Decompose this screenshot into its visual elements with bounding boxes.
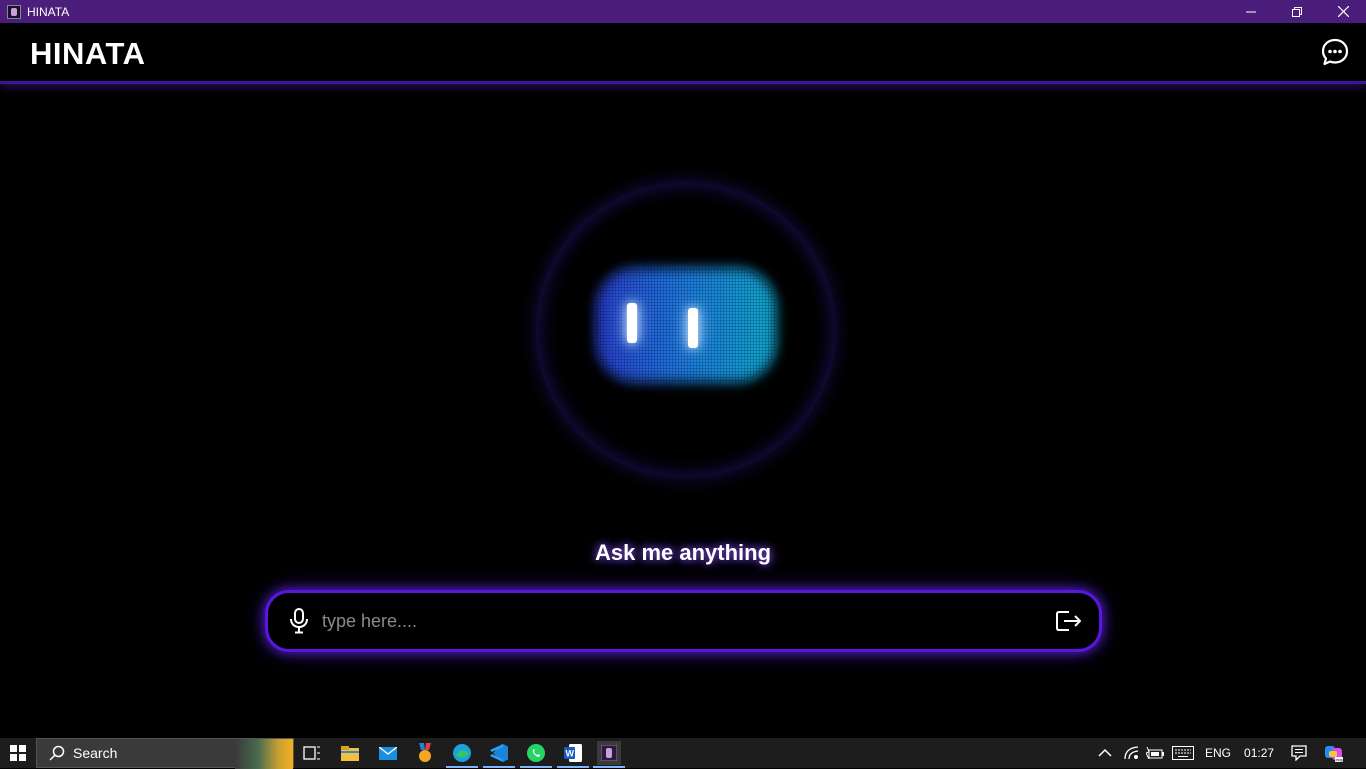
whatsapp-icon[interactable] (520, 741, 552, 768)
chat-bubble-icon (1321, 38, 1349, 66)
search-label: Search (73, 745, 118, 761)
word-icon[interactable]: W (557, 741, 589, 768)
chevron-up-icon[interactable] (1098, 748, 1112, 758)
app-icon (7, 4, 21, 19)
keyboard-icon[interactable] (1172, 746, 1194, 760)
restore-button[interactable] (1274, 0, 1320, 23)
chat-button[interactable] (1320, 37, 1350, 67)
window-controls (1228, 0, 1366, 23)
close-button[interactable] (1320, 0, 1366, 23)
clock[interactable]: 01:27 (1244, 746, 1274, 760)
search-icon (49, 745, 65, 761)
mail-icon[interactable] (376, 741, 400, 765)
task-view-icon[interactable] (300, 741, 324, 765)
assistant-eye-right (688, 308, 698, 348)
edge-browser-icon[interactable] (446, 741, 478, 768)
mic-button[interactable] (286, 607, 312, 635)
restore-icon (1292, 6, 1302, 17)
taskbar-search[interactable]: Search (36, 738, 294, 769)
prompt-heading: Ask me anything (594, 540, 772, 565)
windows-logo-icon (10, 745, 26, 761)
achievement-icon[interactable] (413, 741, 437, 765)
system-tray: ENG 01:27 PRE (1098, 738, 1344, 768)
message-input-bar (265, 590, 1102, 652)
taskbar: Search W ENG 01:27 PRE (0, 738, 1366, 769)
microphone-icon (290, 608, 308, 634)
assistant-eye-left (627, 303, 637, 343)
minimize-icon (1246, 11, 1256, 12)
message-input[interactable] (322, 605, 1022, 637)
svg-text:W: W (566, 749, 575, 759)
battery-icon[interactable] (1146, 747, 1164, 759)
brand-title: HINATA (30, 36, 146, 71)
language-indicator[interactable]: ENG (1205, 746, 1231, 760)
close-icon (1337, 6, 1349, 17)
vscode-icon[interactable] (483, 741, 515, 768)
minimize-button[interactable] (1228, 0, 1274, 23)
file-explorer-icon[interactable] (338, 741, 362, 765)
exit-arrow-icon (1056, 611, 1081, 631)
network-icon[interactable] (1124, 746, 1140, 760)
send-button[interactable] (1055, 608, 1083, 634)
assistant-face-texture (596, 268, 776, 382)
svg-text:PRE: PRE (1336, 757, 1345, 762)
copilot-icon[interactable]: PRE (1324, 743, 1344, 763)
hinata-app-icon[interactable] (593, 741, 625, 768)
app-header: HINATA (0, 23, 1366, 84)
window-titlebar[interactable]: HINATA (0, 0, 1366, 23)
window-title: HINATA (27, 4, 70, 19)
start-button[interactable] (0, 738, 36, 768)
search-highlight-image (235, 739, 293, 769)
notifications-icon[interactable] (1291, 745, 1307, 761)
